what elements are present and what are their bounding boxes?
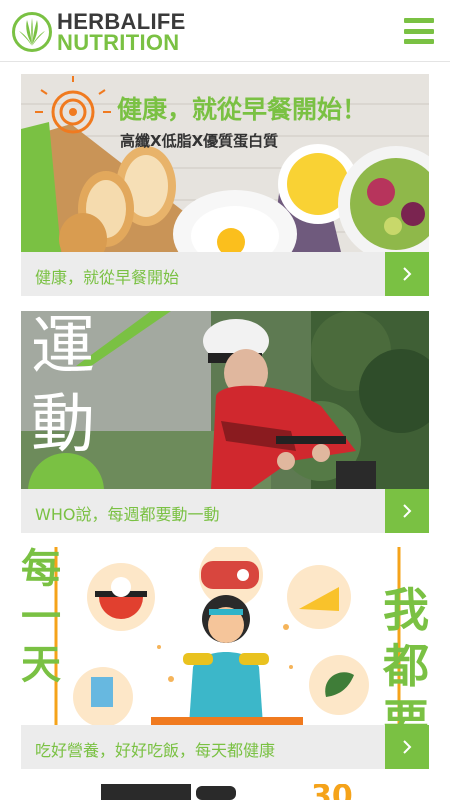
chevron-right-icon[interactable] bbox=[385, 725, 429, 769]
herbalife-leaf-logo-icon bbox=[12, 12, 52, 52]
banner-right-char-2: 都 bbox=[383, 639, 429, 693]
card-title[interactable]: WHO說，每週都要動一動 bbox=[35, 501, 219, 525]
banner-right-char-3: 要 bbox=[383, 695, 429, 725]
nutrition-banner-image: 每 一 天 我 都 要 bbox=[21, 547, 429, 725]
exercise-banner-image: 運 動 bbox=[21, 311, 429, 489]
banner-char-1: 運 bbox=[31, 311, 95, 384]
partial-banner-image: 30 bbox=[21, 784, 429, 800]
brand-tagline: NUTRITION bbox=[57, 29, 180, 55]
chevron-right-icon[interactable] bbox=[385, 489, 429, 533]
brand-logo[interactable]: HERBALIFE NUTRITION bbox=[12, 10, 186, 55]
article-card-nutrition[interactable]: 每 一 天 我 都 要 吃好營養，好好吃飯，每天都健康 bbox=[21, 547, 429, 769]
card-title[interactable]: 吃好營養，好好吃飯，每天都健康 bbox=[35, 737, 275, 761]
hamburger-menu-icon[interactable] bbox=[404, 18, 434, 44]
chevron-right-icon[interactable] bbox=[385, 252, 429, 296]
banner-left-char-1: 每 bbox=[21, 547, 61, 592]
article-card-partial[interactable]: 30 bbox=[21, 784, 429, 800]
article-card-exercise[interactable]: 運 動 WHO說，每週都要動一動 bbox=[21, 311, 429, 533]
breakfast-banner-image: 健康，就從早餐開始！ 高纖X低脂X優質蛋白質 bbox=[21, 74, 429, 252]
banner-right-char-1: 我 bbox=[383, 583, 429, 637]
article-card-breakfast[interactable]: 健康，就從早餐開始！ 高纖X低脂X優質蛋白質 健康，就從早餐開始 bbox=[21, 74, 429, 296]
banner-partial-number: 30 bbox=[311, 784, 353, 800]
card-caption-bar[interactable]: 吃好營養，好好吃飯，每天都健康 bbox=[21, 725, 429, 769]
banner-char-2: 動 bbox=[31, 388, 95, 462]
banner-subheadline: 高纖X低脂X優質蛋白質 bbox=[120, 132, 279, 150]
card-caption-bar[interactable]: WHO說，每週都要動一動 bbox=[21, 489, 429, 533]
banner-left-char-2: 一 bbox=[21, 594, 61, 640]
card-title[interactable]: 健康，就從早餐開始 bbox=[35, 264, 179, 288]
banner-left-char-3: 天 bbox=[21, 642, 61, 688]
card-caption-bar[interactable]: 健康，就從早餐開始 bbox=[21, 252, 429, 296]
app-header: HERBALIFE NUTRITION bbox=[0, 0, 450, 62]
banner-headline: 健康，就從早餐開始！ bbox=[117, 95, 368, 124]
